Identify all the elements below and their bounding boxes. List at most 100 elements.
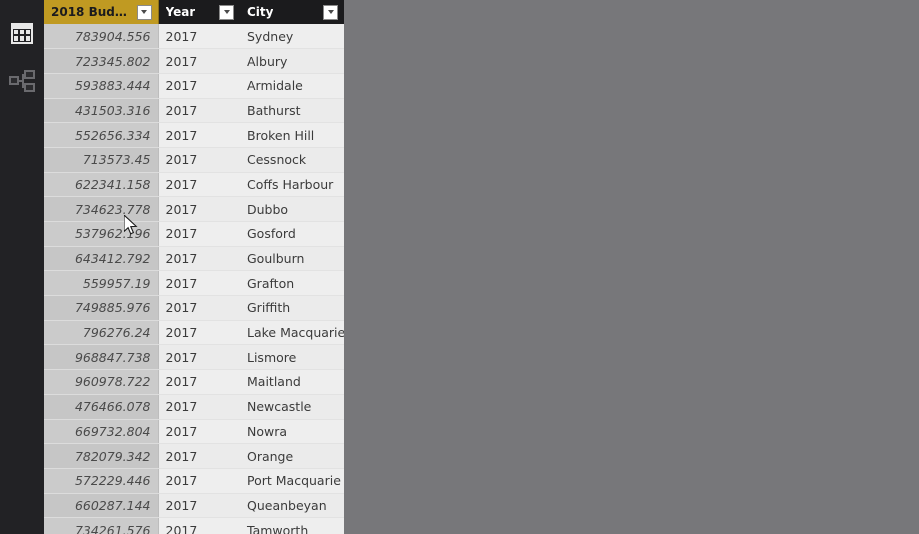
table-cell-budget[interactable]: 723345.802 — [44, 48, 159, 74]
table-cell-city[interactable]: Lismore — [240, 344, 344, 371]
table-cell-budget[interactable]: 782079.342 — [44, 443, 159, 469]
table-cell-year[interactable]: 2017 — [158, 443, 240, 469]
table-cell-year[interactable]: 2017 — [158, 147, 240, 173]
table-row[interactable]: 734261.576 2017 Tamworth — [44, 517, 344, 534]
table-cell-budget[interactable]: 643412.792 — [44, 246, 159, 272]
table-row[interactable]: 559957.19 2017 Grafton — [44, 270, 344, 297]
table-cell-city[interactable]: Newcastle — [240, 394, 344, 420]
table-cell-budget[interactable]: 476466.078 — [44, 394, 159, 420]
table-cell-city[interactable]: Coffs Harbour — [240, 172, 344, 198]
table-cell-year[interactable]: 2017 — [158, 344, 240, 371]
column-filter-button-budget[interactable] — [136, 4, 152, 20]
table-cell-year[interactable]: 2017 — [158, 295, 240, 321]
table-cell-budget[interactable]: 749885.976 — [44, 295, 159, 321]
table-cell-year[interactable]: 2017 — [158, 419, 240, 445]
table-row[interactable]: 968847.738 2017 Lismore — [44, 344, 344, 371]
table-row[interactable]: 593883.444 2017 Armidale — [44, 73, 344, 99]
table-row[interactable]: 660287.144 2017 Queanbeyan — [44, 493, 344, 519]
table-cell-city[interactable]: Port Macquarie — [240, 468, 344, 494]
sidebar-item-data-view[interactable] — [5, 16, 39, 50]
table-cell-budget[interactable]: 968847.738 — [44, 344, 159, 371]
table-grid-icon — [11, 22, 33, 44]
column-filter-button-year[interactable] — [219, 4, 234, 20]
table-cell-city[interactable]: Goulburn — [240, 246, 344, 272]
table-cell-budget[interactable]: 660287.144 — [44, 493, 159, 519]
table-cell-city[interactable]: Sydney — [240, 24, 344, 50]
table-row[interactable]: 476466.078 2017 Newcastle — [44, 394, 344, 420]
table-cell-year[interactable]: 2017 — [158, 246, 240, 272]
table-cell-year[interactable]: 2017 — [158, 24, 240, 50]
table-row[interactable]: 734623.778 2017 Dubbo — [44, 196, 344, 222]
table-cell-city[interactable]: Maitland — [240, 369, 344, 395]
table-cell-city[interactable]: Gosford — [240, 221, 344, 247]
table-cell-year[interactable]: 2017 — [158, 196, 240, 222]
table-cell-year[interactable]: 2017 — [158, 320, 240, 346]
table-cell-year[interactable]: 2017 — [158, 493, 240, 519]
table-cell-budget[interactable]: 669732.804 — [44, 419, 159, 445]
table-cell-year[interactable]: 2017 — [158, 394, 240, 420]
table-cell-city[interactable]: Tamworth — [240, 517, 344, 534]
table-cell-budget[interactable]: 713573.45 — [44, 147, 159, 173]
table-cell-year[interactable]: 2017 — [158, 98, 240, 124]
table-row[interactable]: 572229.446 2017 Port Macquarie — [44, 468, 344, 494]
data-table-panel[interactable]: 2018 Budgets Year — [44, 0, 344, 534]
chevron-down-icon — [141, 10, 147, 14]
table-cell-budget[interactable]: 960978.722 — [44, 369, 159, 395]
table-cell-city[interactable]: Nowra — [240, 419, 344, 445]
table-cell-city[interactable]: Broken Hill — [240, 122, 344, 148]
table-cell-budget[interactable]: 572229.446 — [44, 468, 159, 494]
table-row[interactable]: 723345.802 2017 Albury — [44, 48, 344, 74]
table-cell-budget[interactable]: 593883.444 — [44, 73, 159, 99]
table-row[interactable]: 552656.334 2017 Broken Hill — [44, 122, 344, 148]
table-cell-city[interactable]: Lake Macquarie — [240, 320, 344, 346]
table-row[interactable]: 749885.976 2017 Griffith — [44, 295, 344, 321]
table-cell-city[interactable]: Griffith — [240, 295, 344, 321]
table-cell-year[interactable]: 2017 — [158, 122, 240, 148]
column-header-city[interactable]: City — [240, 0, 344, 24]
table-cell-year[interactable]: 2017 — [158, 369, 240, 395]
table-cell-year[interactable]: 2017 — [158, 172, 240, 198]
table-cell-city[interactable]: Orange — [240, 443, 344, 469]
table-header-row: 2018 Budgets Year — [44, 0, 344, 24]
table-row[interactable]: 783904.556 2017 Sydney — [44, 24, 344, 50]
table-cell-year[interactable]: 2017 — [158, 48, 240, 74]
table-cell-budget[interactable]: 796276.24 — [44, 320, 159, 346]
table-cell-budget[interactable]: 783904.556 — [44, 24, 159, 50]
table-cell-city[interactable]: Bathurst — [240, 98, 344, 124]
table-row[interactable]: 782079.342 2017 Orange — [44, 443, 344, 469]
table-row[interactable]: 622341.158 2017 Coffs Harbour — [44, 172, 344, 198]
table-cell-budget[interactable]: 734261.576 — [44, 517, 159, 534]
table-cell-budget[interactable]: 552656.334 — [44, 122, 159, 148]
table-cell-city[interactable]: Armidale — [240, 73, 344, 99]
column-filter-button-city[interactable] — [323, 4, 338, 20]
table-row[interactable]: 537962.196 2017 Gosford — [44, 221, 344, 247]
table-cell-city[interactable]: Grafton — [240, 270, 344, 297]
table-row[interactable]: 960978.722 2017 Maitland — [44, 369, 344, 395]
table-cell-city[interactable]: Albury — [240, 48, 344, 74]
table-row[interactable]: 796276.24 2017 Lake Macquarie — [44, 320, 344, 346]
table-cell-budget[interactable]: 559957.19 — [44, 270, 159, 297]
table-cell-budget[interactable]: 734623.778 — [44, 196, 159, 222]
table-cell-city[interactable]: Dubbo — [240, 196, 344, 222]
sidebar-item-model-view[interactable] — [5, 64, 39, 98]
table-cell-year[interactable]: 2017 — [158, 221, 240, 247]
table-cell-city[interactable]: Cessnock — [240, 147, 344, 173]
model-relationship-icon — [9, 70, 35, 92]
table-row[interactable]: 669732.804 2017 Nowra — [44, 419, 344, 445]
table-cell-year[interactable]: 2017 — [158, 270, 240, 297]
column-header-budget-label: 2018 Budgets — [51, 5, 132, 19]
column-header-budget[interactable]: 2018 Budgets — [44, 0, 159, 24]
report-canvas[interactable] — [344, 0, 919, 534]
data-table: 2018 Budgets Year — [44, 0, 344, 534]
table-cell-budget[interactable]: 537962.196 — [44, 221, 159, 247]
table-cell-year[interactable]: 2017 — [158, 468, 240, 494]
table-cell-year[interactable]: 2017 — [158, 517, 240, 534]
column-header-year[interactable]: Year — [158, 0, 240, 24]
table-row[interactable]: 431503.316 2017 Bathurst — [44, 98, 344, 124]
table-cell-budget[interactable]: 622341.158 — [44, 172, 159, 198]
table-cell-year[interactable]: 2017 — [158, 73, 240, 99]
table-cell-city[interactable]: Queanbeyan — [240, 493, 344, 519]
table-row[interactable]: 713573.45 2017 Cessnock — [44, 147, 344, 173]
table-cell-budget[interactable]: 431503.316 — [44, 98, 159, 124]
table-row[interactable]: 643412.792 2017 Goulburn — [44, 246, 344, 272]
